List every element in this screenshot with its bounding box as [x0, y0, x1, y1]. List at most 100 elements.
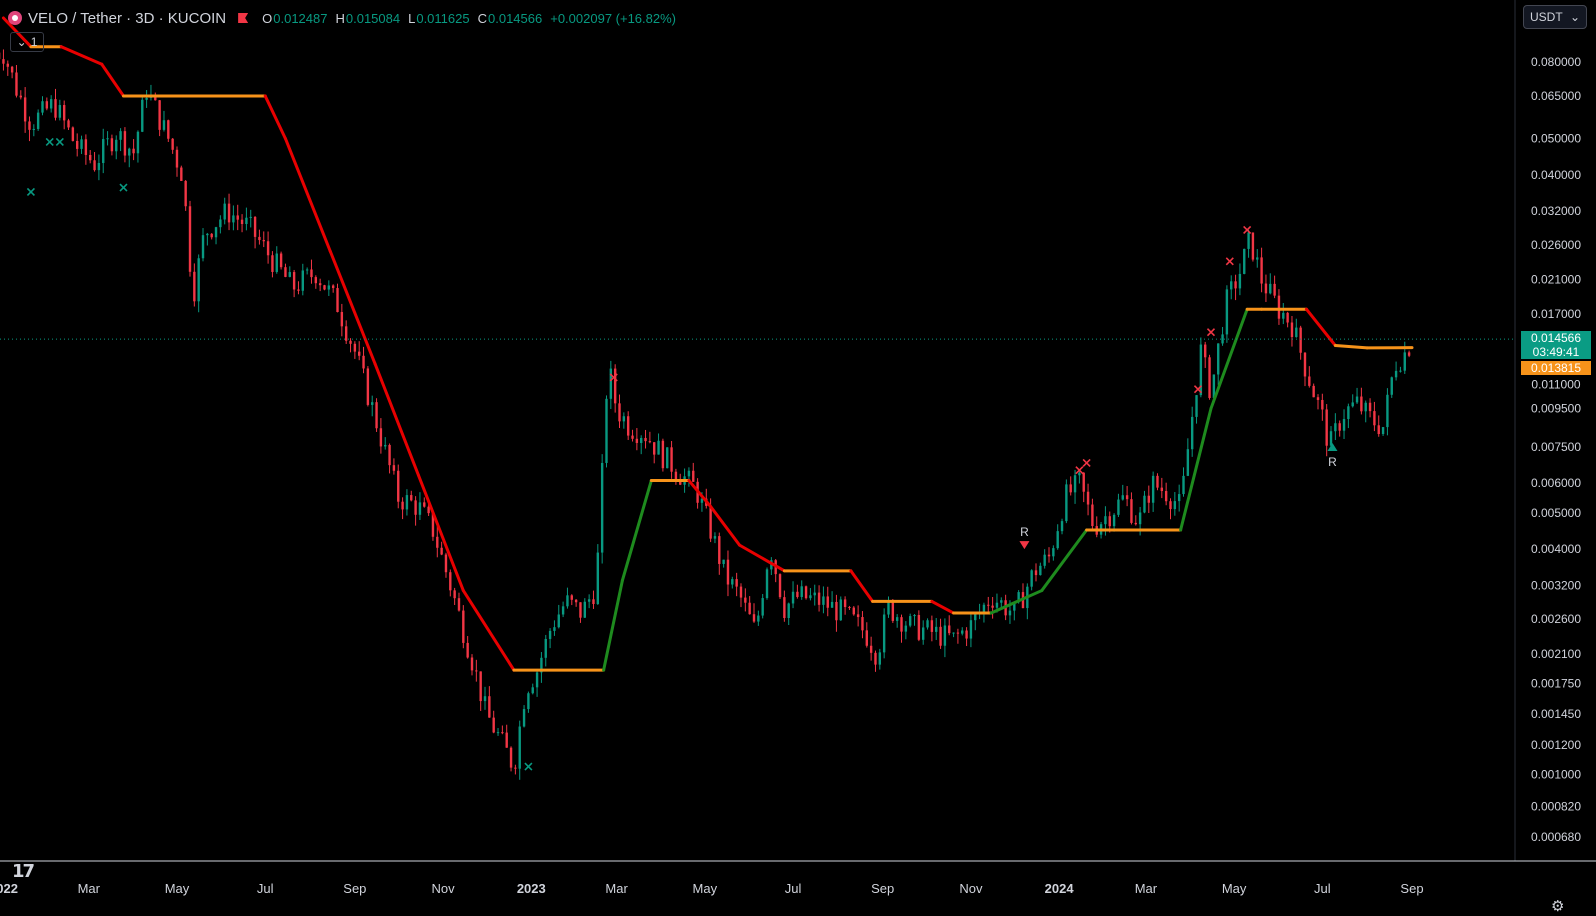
- candle-body: [995, 602, 999, 608]
- candle-body: [97, 163, 101, 171]
- price-tick-label: 0.011000: [1531, 378, 1580, 392]
- candle-body: [501, 732, 504, 734]
- symbol-title[interactable]: VELO / Tether · 3D · KUCOIN: [28, 10, 226, 27]
- trend-line-segment: [263, 94, 287, 141]
- candle-body: [297, 289, 300, 291]
- time-tick-label: Jul: [1314, 881, 1331, 896]
- candle-body: [709, 505, 712, 539]
- candle-body: [865, 630, 868, 646]
- reversal-label-text: R: [1328, 455, 1337, 469]
- currency-select[interactable]: USDT ⌄: [1523, 5, 1587, 29]
- candle-body: [926, 620, 929, 628]
- candle-body: [271, 255, 274, 272]
- candle-body: [822, 596, 825, 605]
- candle-body: [1134, 522, 1137, 525]
- candle-body: [2, 59, 5, 64]
- candle-body: [1052, 548, 1055, 557]
- candle-body: [102, 139, 105, 164]
- candle-body: [71, 127, 75, 141]
- candle-body: [375, 402, 378, 429]
- candle-body: [1121, 495, 1124, 500]
- candle-body: [1264, 283, 1268, 294]
- gear-icon[interactable]: ⚙: [1551, 897, 1564, 915]
- candle-body: [1182, 475, 1185, 495]
- price-tick-label: 0.080000: [1531, 55, 1581, 69]
- candle-body: [640, 437, 643, 443]
- price-tick-label: 0.032000: [1531, 204, 1581, 218]
- candle-body: [739, 586, 743, 598]
- candle-body: [89, 154, 92, 161]
- candle-body: [366, 368, 370, 405]
- candle-body: [557, 614, 560, 628]
- price-tick-label: 0.002100: [1531, 647, 1581, 661]
- candle-body: [453, 590, 456, 599]
- candle-body: [15, 72, 18, 96]
- signal-cross-marker: [1243, 225, 1252, 235]
- candle-body: [813, 592, 816, 596]
- candle-body: [427, 506, 430, 514]
- candle-body: [596, 552, 600, 605]
- collapse-indicators-button[interactable]: ⌄ 1: [10, 32, 44, 52]
- candle-body: [1377, 425, 1380, 435]
- candle-body: [830, 601, 834, 608]
- candle-body: [1056, 531, 1059, 549]
- candle-body: [201, 235, 205, 259]
- tradingview-logo-icon[interactable]: 17: [12, 861, 35, 882]
- signal-cross-marker: [55, 137, 64, 146]
- trend-line-segment: [59, 45, 104, 66]
- candle-body: [232, 215, 235, 223]
- candle-body: [1238, 273, 1242, 289]
- time-axis: 2022 Mar May Jul Sep Nov 2023 Mar May Jul Sep Nov 20…: [0, 881, 1424, 896]
- candle-body: [384, 444, 387, 447]
- price-tick-label: 0.004000: [1531, 542, 1581, 556]
- candle-body: [861, 617, 864, 631]
- flag-icon[interactable]: [238, 13, 249, 23]
- candle-body: [666, 447, 669, 469]
- candle-body: [1256, 257, 1259, 260]
- candle-body: [1112, 514, 1116, 527]
- candle-body: [262, 240, 265, 242]
- candle-body: [1269, 283, 1272, 294]
- candle-body: [67, 120, 70, 128]
- candle-body: [1230, 281, 1233, 290]
- candle-body: [167, 120, 170, 139]
- time-tick-label: Mar: [1135, 881, 1158, 896]
- price-tick-label: 0.001450: [1531, 707, 1581, 721]
- candle-body: [917, 615, 921, 640]
- candle-body: [1000, 600, 1003, 603]
- candle-body: [1347, 406, 1350, 420]
- candle-body: [856, 614, 860, 618]
- trend-line-segment: [1333, 344, 1369, 350]
- candle-body: [1247, 232, 1250, 249]
- candle-body: [58, 105, 62, 118]
- candle-body: [913, 615, 916, 617]
- candle-body: [852, 607, 855, 615]
- candle-body: [292, 272, 296, 290]
- candle-body: [1039, 565, 1042, 576]
- ohlc-open: O0.012487: [262, 10, 328, 26]
- candle-body: [119, 131, 122, 140]
- time-tick-label: Mar: [78, 881, 101, 896]
- candle-body: [579, 602, 582, 618]
- candle-body: [362, 355, 365, 369]
- price-chart[interactable]: RR 0.0800000.0650000.0500000.0400000.032…: [0, 0, 1596, 916]
- candle-body: [1091, 504, 1094, 527]
- candle-body: [19, 95, 22, 98]
- candle-body: [757, 615, 760, 622]
- candle-body: [6, 63, 9, 67]
- signal-cross-marker: [1082, 458, 1091, 467]
- candle-body: [115, 139, 118, 152]
- candle-body: [236, 215, 239, 220]
- candle-body: [410, 495, 413, 501]
- candle-body: [158, 100, 161, 130]
- trend-line-segment: [1179, 407, 1213, 532]
- signal-cross-marker: [26, 187, 35, 197]
- reversal-label-text: R: [1020, 525, 1029, 539]
- candle-body: [839, 599, 842, 621]
- candle-body: [787, 603, 790, 619]
- candle-body: [939, 626, 942, 646]
- candle-body: [592, 599, 595, 605]
- candle-body: [379, 428, 383, 447]
- candle-body: [41, 101, 44, 113]
- candle-body: [418, 502, 422, 515]
